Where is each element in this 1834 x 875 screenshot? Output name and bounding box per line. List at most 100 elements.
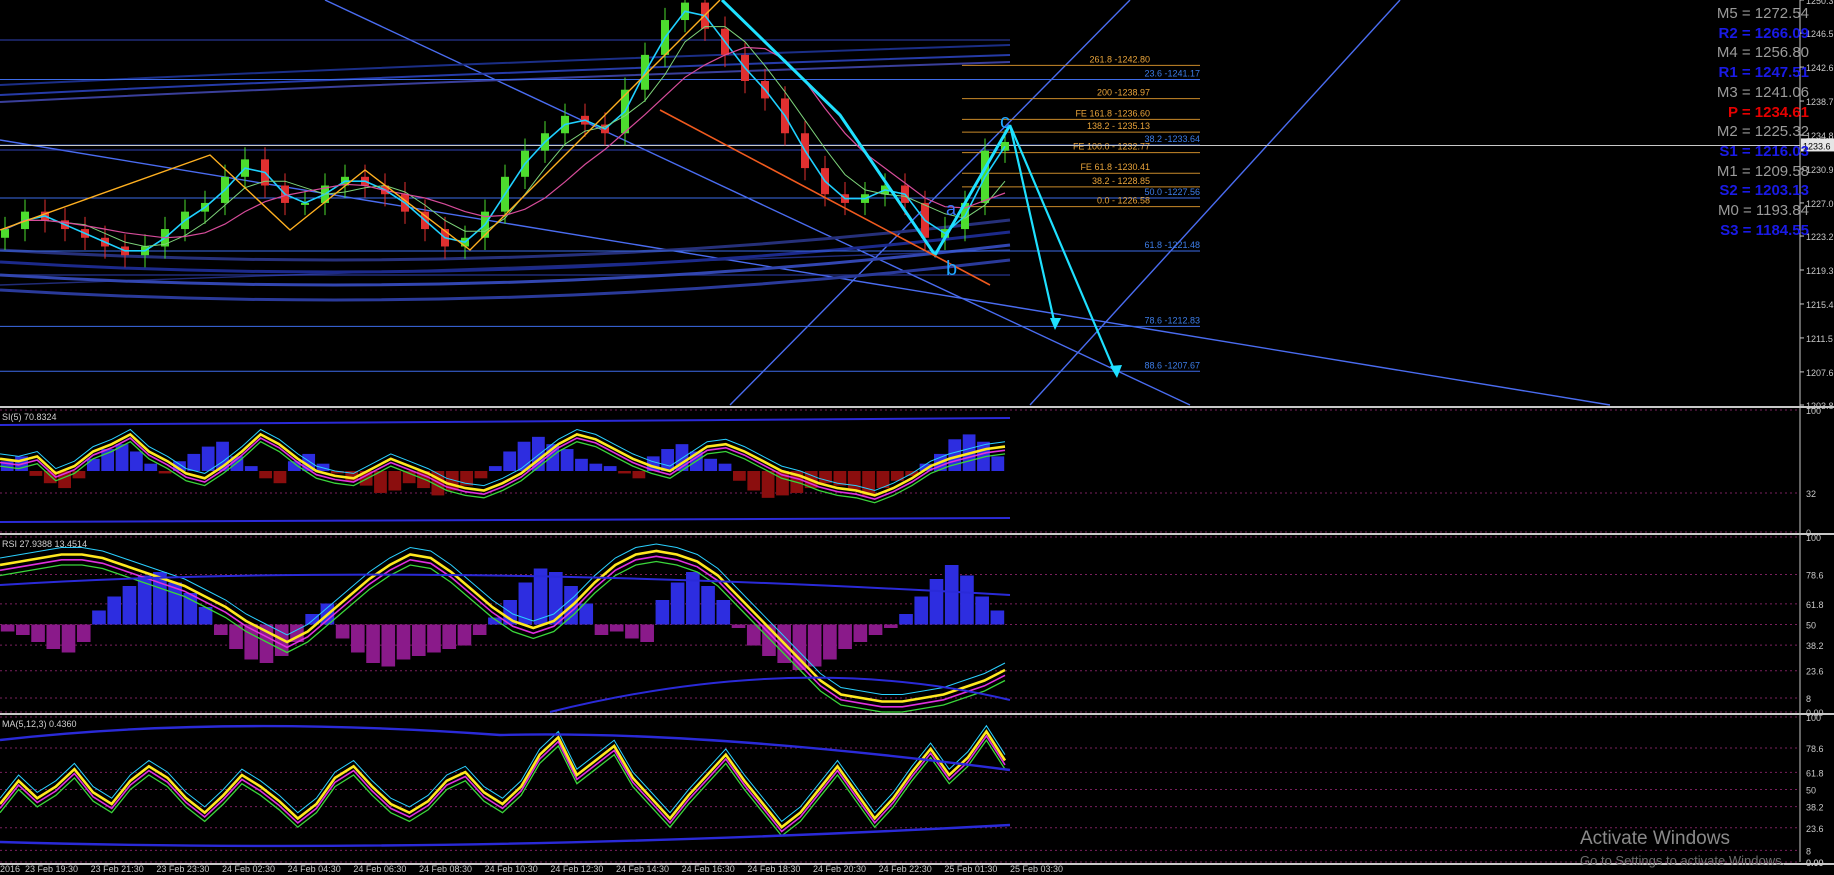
histogram-bar [625,624,639,639]
histogram-bar [632,471,646,479]
y-tick-label: 1207.6 [1806,368,1834,378]
moving-average-band [0,218,1011,262]
histogram-bar [388,471,402,491]
histogram-bar [351,624,365,653]
zigzag-line [0,0,721,251]
histogram-bar [187,453,201,471]
histogram-bar [661,449,674,471]
fib-level-label: FE 100.0 - 1232.77 [1073,142,1150,152]
histogram-bar [122,586,137,625]
indicator-tick-label: 50 [1806,621,1816,631]
histogram-bar [929,579,944,625]
pivot-level: M3 = 1241.06 [1716,83,1809,101]
indicator-title: SI(5) 70.8324 [2,412,57,422]
x-tick-label: 24 Feb 04:30 [288,864,341,874]
activate-windows-subtitle: Go to Settings to activate Windows. [1580,853,1786,868]
histogram-bar [144,463,158,471]
histogram-bar [158,471,172,474]
histogram-bar [201,446,215,471]
histogram-bar [761,471,775,498]
histogram-bar [61,624,76,653]
histogram-bar [532,436,545,471]
x-tick-label: 24 Feb 08:30 [419,864,472,874]
pivot-level: M0 = 1193.84 [1717,202,1809,219]
histogram-bar [975,596,989,625]
fib-level-label: 138.2 - 1235.13 [1087,121,1150,131]
x-tick-label: 23 Feb 23:30 [156,864,209,874]
histogram-bar [823,624,837,660]
pattern-point-c: c [1000,111,1010,133]
indicator-tick-label: 61.8 [1806,768,1824,778]
fib-level-label: 38.2 -1233.64 [1144,134,1200,144]
fib-level-label: 61.8 -1221.48 [1144,240,1200,250]
histogram-bar [46,624,61,649]
histogram-bar [618,471,631,474]
moving-average-band [0,61,1011,103]
pivot-level: R1 = 1247.51 [1718,64,1810,82]
x-tick-label: 25 Feb 03:30 [1010,864,1063,874]
histogram-bar [16,624,30,635]
y-tick-label: 1215.4 [1806,300,1834,310]
histogram-bar [472,624,487,635]
fib-level-label: FE 161.8 -1236.60 [1075,108,1150,118]
histogram-bar [990,610,1005,625]
pivot-level: M4 = 1256.80 [1716,44,1809,62]
histogram-bar [273,471,287,484]
histogram-bar [335,624,350,639]
time-axis: 2016 23 Feb 19:30 23 Feb 21:30 23 Feb 23:30… [0,864,1063,874]
indicator-envelope [0,517,1011,523]
trendline [1029,0,1401,406]
fib-level-label: 23.6 -1241.17 [1144,69,1200,79]
pivot-level: S3 = 1184.55 [1720,221,1809,239]
indicator-tick-label: 78.6 [1806,570,1824,580]
moving-average-band [0,230,1011,274]
trendline [324,0,1191,406]
fib-level-label: 38.2 - 1228.85 [1092,176,1150,186]
x-tick-label: 24 Feb 06:30 [353,864,406,874]
pivot-level: P = 1234.61 [1727,103,1809,121]
indicator-tick-label: 8 [1806,846,1811,856]
trendlines [0,0,1611,406]
histogram-bar [868,624,883,635]
main-price-panel: 261.8 -1242.80 23.6 -1241.17 200 -1238.97 F… [0,0,1800,406]
indicator-tick-label: 38.2 [1806,641,1824,651]
histogram-bar [589,463,603,471]
candle-body [1,229,9,238]
x-tick-label: 24 Feb 22:30 [879,864,932,874]
y-tick-label: 1246.5 [1806,29,1834,39]
histogram-bar [807,624,822,667]
histogram-bar [890,471,904,481]
indicator-tick-label: 78.6 [1806,744,1824,754]
histogram-bar [991,456,1005,471]
y-tick-label: 1219.3 [1806,266,1834,276]
x-tick-label: 24 Feb 10:30 [485,864,538,874]
y-tick-label: 1230.9 [1806,165,1834,175]
pivot-level: M1 = 1209.58 [1716,162,1809,180]
histogram-bar [899,614,913,625]
histogram-bar [747,471,761,491]
histogram-bar [853,624,868,642]
moving-average-band [0,54,1011,96]
x-tick-label: 2016 [0,864,20,874]
projection-arrow [1008,124,1057,326]
x-tick-label: 24 Feb 20:30 [813,864,866,874]
histogram-bar [488,466,502,471]
indicator-panels: 100320SI(5) 70.832410078.661.85038.223.6… [0,406,1824,868]
histogram-bar [259,471,272,479]
histogram-bar [914,596,929,625]
fib-level-label: 88.6 -1207.67 [1144,360,1200,370]
pattern-point-a: a [946,199,957,219]
y-tick-label: 1238.7 [1806,97,1834,107]
indicator-tick-label: 23.6 [1806,667,1824,677]
histogram-bar [86,458,100,471]
histogram-bar [31,624,45,642]
histogram-bar [603,466,617,471]
pivot-level: R2 = 1266.09 [1718,24,1810,42]
y-tick-label: 1223.2 [1806,232,1834,242]
histogram-bar [575,458,588,471]
histogram-bar [244,466,258,471]
histogram-bar [130,451,143,471]
histogram-bar [366,624,380,663]
histogram-bar [838,624,852,649]
trading-chart[interactable]: 261.8 -1242.80 23.6 -1241.17 200 -1238.97 F… [0,0,1834,875]
